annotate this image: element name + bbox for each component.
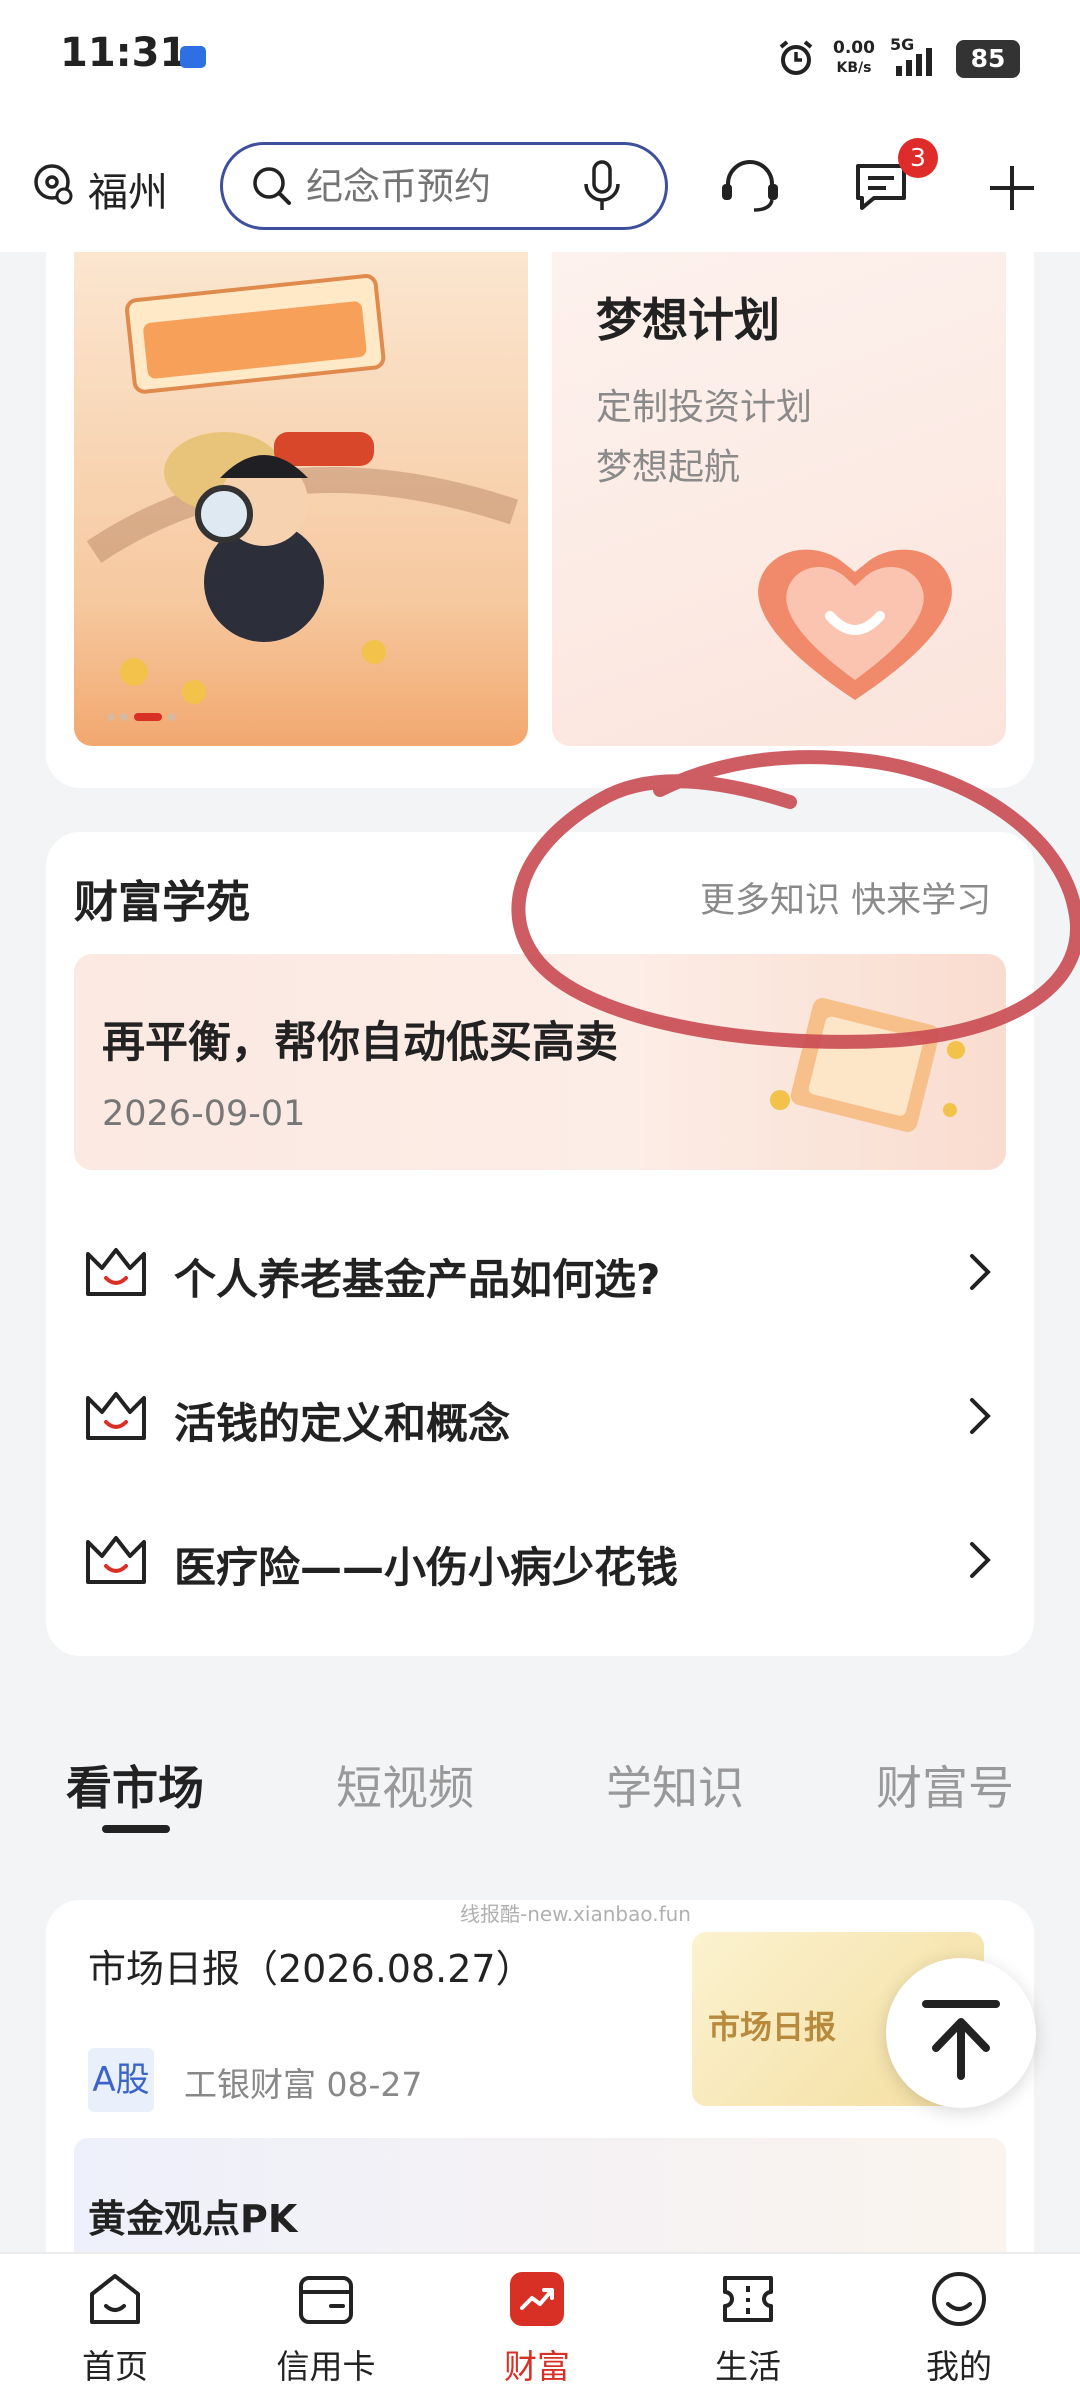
plus-icon[interactable] (986, 162, 1038, 214)
net-speed: 0.00 KB/s (832, 38, 876, 78)
promo-illustration (86, 274, 519, 704)
dream-plan-line1: 定制投资计划 (596, 387, 813, 428)
battery-indicator: 85 (956, 40, 1020, 78)
article-title: 活钱的定义和概念 (174, 1399, 511, 1448)
thumbnail-label: 市场日报 (708, 2008, 837, 2046)
crown-icon (86, 1536, 146, 1584)
chevron-right-icon (970, 1254, 991, 1290)
signal-icon: 5G (890, 36, 932, 76)
nav-home[interactable]: 首页 (30, 2262, 200, 2396)
nav-wealth-label: 财富 (504, 2347, 570, 2386)
nav-wealth[interactable]: 财富 (452, 2262, 622, 2396)
heart-icon (758, 549, 952, 700)
chevron-right-icon (970, 1398, 991, 1434)
article-title: 个人养老基金产品如何选? (174, 1255, 661, 1304)
net-speed-value: 0.00 (833, 38, 875, 58)
market-report-source: 工银财富 08-27 (184, 2065, 423, 2104)
nav-credit-card-label: 信用卡 (276, 2347, 376, 2386)
message-badge: 3 (898, 138, 938, 178)
nav-life[interactable]: 生活 (663, 2262, 833, 2396)
arrow-up-icon (922, 2000, 1000, 2080)
annotation-circle (511, 750, 1080, 1049)
a-share-tag: A股 (88, 2048, 154, 2112)
carousel-indicator (107, 713, 176, 721)
wealth-academy-title: 财富学苑 (74, 877, 250, 928)
profile-icon (932, 2272, 986, 2326)
tab-wealth-account[interactable]: 财富号 (876, 1752, 1014, 1818)
active-tab-indicator (102, 1825, 170, 1833)
life-ticket-icon (723, 2276, 773, 2322)
tab-short-video[interactable]: 短视频 (336, 1752, 474, 1818)
status-time: 11:31 (60, 30, 188, 76)
home-icon (90, 2274, 140, 2324)
customer-service-icon[interactable] (718, 156, 782, 216)
back-to-top-button[interactable] (886, 1958, 1036, 2108)
nav-profile-label: 我的 (926, 2347, 992, 2386)
nav-profile[interactable]: 我的 (874, 2262, 1044, 2396)
gold-view-title: 黄金观点PK (88, 2197, 298, 2241)
svg-text:5G: 5G (890, 36, 914, 54)
market-report-title: 市场日报（2026.08.27） (88, 1947, 534, 1991)
dream-plan-subtitle: 定制投资计划 梦想起航 (596, 378, 812, 498)
net-speed-unit: KB/s (836, 60, 872, 76)
dream-plan-title: 梦想计划 (596, 293, 780, 347)
promo-banner-image[interactable] (74, 252, 528, 746)
nav-home-label: 首页 (82, 2347, 148, 2386)
wealth-icon (510, 2272, 564, 2326)
search-input[interactable] (306, 150, 566, 222)
nav-credit-card[interactable]: 信用卡 (241, 2262, 411, 2396)
crown-icon (86, 1248, 146, 1296)
credit-card-icon (299, 2276, 353, 2324)
mic-icon[interactable] (580, 160, 624, 212)
dream-plan-line2: 梦想起航 (596, 447, 741, 488)
crown-icon (86, 1392, 146, 1440)
alarm-icon (779, 40, 813, 75)
chevron-right-icon (970, 1542, 991, 1578)
search-icon (253, 167, 291, 205)
notification-app-icon (180, 46, 206, 68)
featured-article-date: 2026-09-01 (102, 1094, 306, 1134)
location-icon[interactable] (32, 162, 74, 210)
tab-learn[interactable]: 学知识 (606, 1752, 744, 1818)
city-selector[interactable]: 福州 (88, 160, 168, 218)
tab-market[interactable]: 看市场 (66, 1752, 204, 1818)
watermark: 线报酷-new.xianbao.fun (460, 1902, 691, 1926)
nav-life-label: 生活 (715, 2347, 781, 2386)
article-title: 医疗险——小伤小病少花钱 (174, 1543, 679, 1592)
